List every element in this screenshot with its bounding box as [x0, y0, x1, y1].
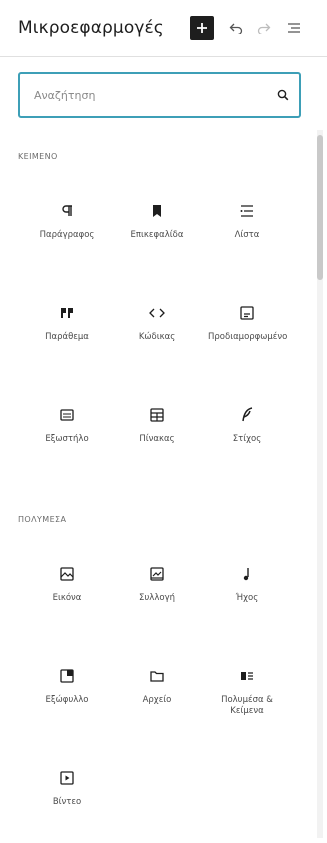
block-label: Παράθεμα	[45, 332, 89, 342]
block-file[interactable]: Αρχείο	[112, 665, 202, 706]
block-label: Εξώφυλλο	[45, 695, 89, 705]
search-icon[interactable]	[277, 86, 289, 105]
block-label: Λίστα	[234, 230, 260, 240]
undo-button[interactable]	[224, 16, 248, 40]
block-cover[interactable]: Εξώφυλλο	[22, 665, 112, 706]
block-audio[interactable]: Ήχος	[202, 563, 292, 604]
block-media-text[interactable]: Πολυμέσα & Κείμενα	[202, 665, 292, 717]
list-icon	[202, 200, 292, 222]
file-icon	[112, 665, 202, 687]
block-quote[interactable]: Παράθεμα	[22, 302, 112, 343]
block-verse[interactable]: Στίχος	[202, 404, 292, 445]
image-icon	[22, 563, 112, 585]
preformatted-icon	[202, 302, 292, 324]
list-view-icon	[287, 19, 301, 38]
block-preformatted[interactable]: Προδιαμορφωμένο	[202, 302, 292, 343]
plus-icon	[196, 19, 208, 38]
search-input[interactable]	[34, 88, 277, 102]
block-list[interactable]: Λίστα	[202, 200, 292, 241]
verse-icon	[202, 404, 292, 426]
undo-icon	[229, 19, 243, 38]
block-label: Αρχείο	[142, 695, 172, 705]
video-icon	[22, 767, 112, 789]
heading-icon	[112, 200, 202, 222]
cover-icon	[22, 665, 112, 687]
block-table[interactable]: Πίνακας	[112, 404, 202, 445]
block-pullquote[interactable]: Εξωστήλο	[22, 404, 112, 445]
block-label: Παράγραφος	[39, 230, 95, 240]
redo-icon	[257, 19, 271, 38]
scrollbar-thumb[interactable]	[317, 135, 323, 280]
category-heading-text: ΚΕΙΜΕΝΟ	[18, 152, 58, 161]
block-label: Βίντεο	[52, 797, 82, 807]
add-block-button[interactable]	[190, 16, 214, 40]
block-label: Πίνακας	[139, 434, 175, 444]
block-code[interactable]: Κώδικας	[112, 302, 202, 343]
block-video[interactable]: Βίντεο	[22, 767, 112, 808]
code-icon	[112, 302, 202, 324]
pullquote-icon	[22, 404, 112, 426]
block-label: Πολυμέσα & Κείμενα	[221, 695, 273, 716]
gallery-icon	[112, 563, 202, 585]
block-heading[interactable]: Επικεφαλίδα	[112, 200, 202, 241]
block-label: Ήχος	[235, 593, 259, 603]
block-label: Κώδικας	[138, 332, 176, 342]
inserter-title: Μικροεφαρμογές	[18, 18, 164, 38]
quote-icon	[22, 302, 112, 324]
audio-icon	[202, 563, 292, 585]
redo-button[interactable]	[252, 16, 276, 40]
paragraph-icon	[22, 200, 112, 222]
header-divider	[0, 56, 327, 57]
block-label: Επικεφαλίδα	[130, 230, 184, 240]
block-label: Συλλογή	[139, 593, 175, 603]
block-paragraph[interactable]: Παράγραφος	[22, 200, 112, 241]
search-box	[18, 72, 301, 118]
block-gallery[interactable]: Συλλογή	[112, 563, 202, 604]
table-icon	[112, 404, 202, 426]
category-heading-media: ΠΟΛΥΜΕΣΑ	[18, 515, 67, 524]
media-text-icon	[202, 665, 292, 687]
block-label: Εξωστήλο	[45, 434, 89, 444]
list-view-button[interactable]	[282, 16, 306, 40]
block-label: Στίχος	[232, 434, 262, 444]
block-label: Εικόνα	[52, 593, 82, 603]
inserter-header: Μικροεφαρμογές	[0, 0, 327, 56]
block-image[interactable]: Εικόνα	[22, 563, 112, 604]
block-label: Προδιαμορφωμένο	[208, 332, 288, 342]
